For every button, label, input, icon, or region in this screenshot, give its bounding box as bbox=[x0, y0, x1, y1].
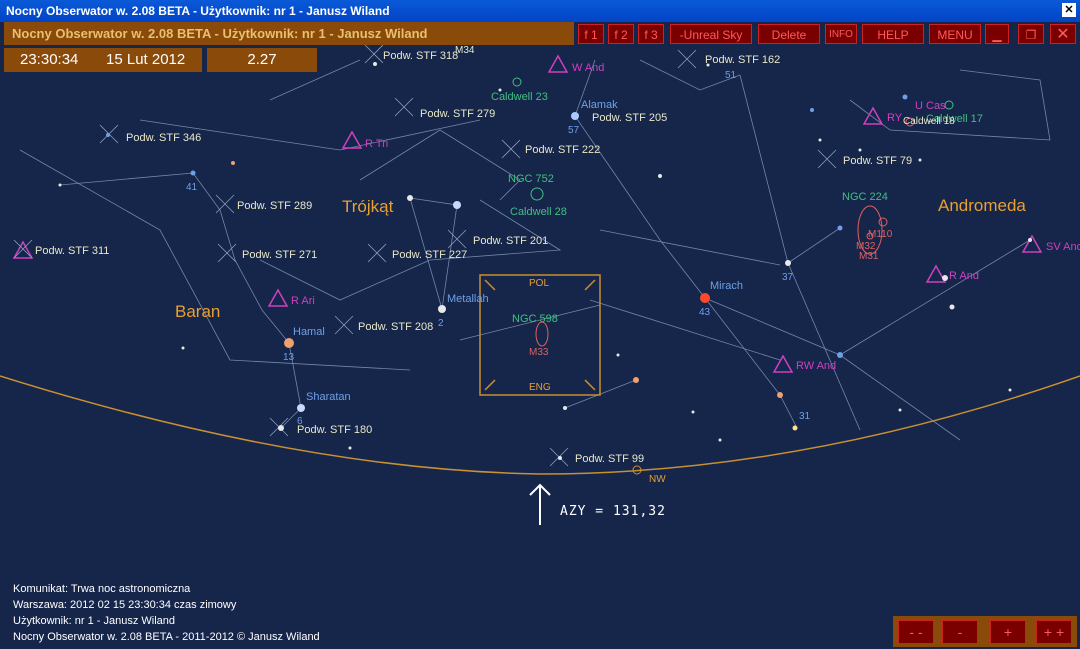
label-r-ari[interactable]: R Ari bbox=[291, 295, 315, 307]
zoom-out-more-button[interactable]: - - bbox=[898, 620, 934, 644]
label-sharatan[interactable]: Sharatan bbox=[306, 391, 351, 403]
restore-icon[interactable]: ❐ bbox=[1018, 24, 1044, 44]
label-m110[interactable]: M110 bbox=[868, 229, 892, 240]
label-sv-and[interactable]: SV And bbox=[1046, 241, 1080, 253]
azimuth-readout: AZY = 131,32 bbox=[560, 504, 666, 519]
label-rw-and[interactable]: RW And bbox=[796, 360, 836, 372]
status-copyright: Nocny Obserwator w. 2.08 BETA - 2011-201… bbox=[13, 631, 320, 643]
status-message: Komunikat: Trwa noc astronomiczna bbox=[13, 583, 191, 595]
f3-button[interactable]: f 3 bbox=[638, 24, 664, 44]
close-window-icon[interactable]: ✕ bbox=[1062, 3, 1076, 17]
label-metallah[interactable]: Metallah bbox=[447, 293, 489, 305]
window-titlebar: Nocny Obserwator w. 2.08 BETA - Użytkown… bbox=[0, 0, 1080, 22]
clock-date: 15 Lut 2012 bbox=[106, 51, 186, 68]
label-stf271[interactable]: Podw. STF 271 bbox=[242, 249, 317, 261]
label-stf222[interactable]: Podw. STF 222 bbox=[525, 144, 600, 156]
label-r-tri[interactable]: R Tri bbox=[365, 138, 388, 150]
label-alamak[interactable]: Alamak bbox=[581, 99, 618, 111]
star-number-41: 41 bbox=[186, 182, 198, 193]
value-panel: 2.27 bbox=[207, 48, 317, 72]
label-stf162[interactable]: Podw. STF 162 bbox=[705, 54, 780, 66]
window-title: Nocny Obserwator w. 2.08 BETA - Użytkown… bbox=[6, 4, 390, 18]
star-number-37: 37 bbox=[782, 272, 794, 283]
f2-button[interactable]: f 2 bbox=[608, 24, 634, 44]
label-nw: NW bbox=[649, 474, 666, 485]
minimize-icon[interactable]: ▁ bbox=[985, 24, 1009, 44]
header-bar: Nocny Obserwator w. 2.08 BETA - Użytkown… bbox=[4, 22, 574, 45]
label-ngc752[interactable]: NGC 752 bbox=[508, 173, 554, 185]
clock-time: 23:30:34 bbox=[20, 51, 79, 68]
label-mirach[interactable]: Mirach bbox=[710, 280, 743, 292]
delete-button[interactable]: Delete bbox=[758, 24, 820, 44]
label-r-and[interactable]: R And bbox=[949, 270, 979, 282]
star-number-31: 31 bbox=[799, 411, 811, 422]
label-stf318[interactable]: Podw. STF 318 bbox=[383, 50, 458, 62]
label-stf208[interactable]: Podw. STF 208 bbox=[358, 321, 433, 333]
header-title: Nocny Obserwator w. 2.08 BETA - Użytkown… bbox=[12, 26, 428, 41]
label-u-cas[interactable]: U Cas bbox=[915, 100, 946, 112]
label-ngc224[interactable]: NGC 224 bbox=[842, 191, 888, 203]
status-panel: Komunikat: Trwa noc astronomiczna Warsza… bbox=[13, 581, 320, 645]
label-ry[interactable]: RY bbox=[887, 112, 902, 124]
star-number-13: 13 bbox=[283, 352, 295, 363]
star-number-51: 51 bbox=[725, 70, 737, 81]
label-w-and[interactable]: W And bbox=[572, 62, 604, 74]
label-caldwell28[interactable]: Caldwell 28 bbox=[510, 206, 567, 218]
label-stf79[interactable]: Podw. STF 79 bbox=[843, 155, 912, 167]
zoom-in-more-button[interactable]: + + bbox=[1036, 620, 1072, 644]
constellation-andromeda: Andromeda bbox=[938, 196, 1026, 215]
star-number-43: 43 bbox=[699, 307, 711, 318]
help-button[interactable]: HELP bbox=[862, 24, 924, 44]
zoom-out-button[interactable]: - bbox=[942, 620, 978, 644]
label-caldwell18[interactable]: Caldwell 18 bbox=[903, 116, 955, 127]
label-hamal[interactable]: Hamal bbox=[293, 326, 325, 338]
label-stf346[interactable]: Podw. STF 346 bbox=[126, 132, 201, 144]
constellation-aries: Baran bbox=[175, 302, 221, 321]
unreal-sky-button[interactable]: -Unreal Sky bbox=[670, 24, 752, 44]
label-pol: POL bbox=[529, 278, 550, 289]
label-ngc598[interactable]: NGC 598 bbox=[512, 313, 558, 325]
label-stf311[interactable]: Podw. STF 311 bbox=[35, 245, 109, 257]
star-number-2: 2 bbox=[438, 318, 444, 329]
label-stf205[interactable]: Podw. STF 205 bbox=[592, 112, 667, 124]
label-m33[interactable]: M33 bbox=[529, 347, 548, 358]
constellation-triangulum: Trójkąt bbox=[342, 197, 394, 216]
label-eng: ENG bbox=[529, 382, 551, 393]
label-stf201[interactable]: Podw. STF 201 bbox=[473, 235, 548, 247]
clock-panel: 23:30:34 15 Lut 2012 bbox=[4, 48, 202, 72]
star-number-57: 57 bbox=[568, 125, 580, 136]
label-stf289[interactable]: Podw. STF 289 bbox=[237, 200, 312, 212]
label-stf180[interactable]: Podw. STF 180 bbox=[297, 424, 372, 436]
f1-button[interactable]: f 1 bbox=[578, 24, 604, 44]
label-stf99[interactable]: Podw. STF 99 bbox=[575, 453, 644, 465]
sky-view[interactable]: Trójkąt Baran Andromeda Podw. STF 318 M3… bbox=[0, 22, 1080, 649]
zoom-in-button[interactable]: + bbox=[990, 620, 1026, 644]
menu-button[interactable]: MENU bbox=[929, 24, 981, 44]
star-number-6: 6 bbox=[297, 416, 303, 427]
label-m34[interactable]: M34 bbox=[455, 45, 474, 56]
label-stf279[interactable]: Podw. STF 279 bbox=[420, 108, 495, 120]
status-user: Użytkownik: nr 1 - Janusz Wiland bbox=[13, 615, 175, 627]
label-caldwell23[interactable]: Caldwell 23 bbox=[491, 91, 548, 103]
label-stf227[interactable]: Podw. STF 227 bbox=[392, 249, 467, 261]
info-button[interactable]: INFO bbox=[825, 24, 857, 44]
status-location: Warszawa: 2012 02 15 23:30:34 czas zimow… bbox=[13, 599, 237, 611]
close-icon[interactable]: ✕ bbox=[1050, 24, 1076, 44]
label-m31[interactable]: M31 bbox=[859, 251, 878, 262]
